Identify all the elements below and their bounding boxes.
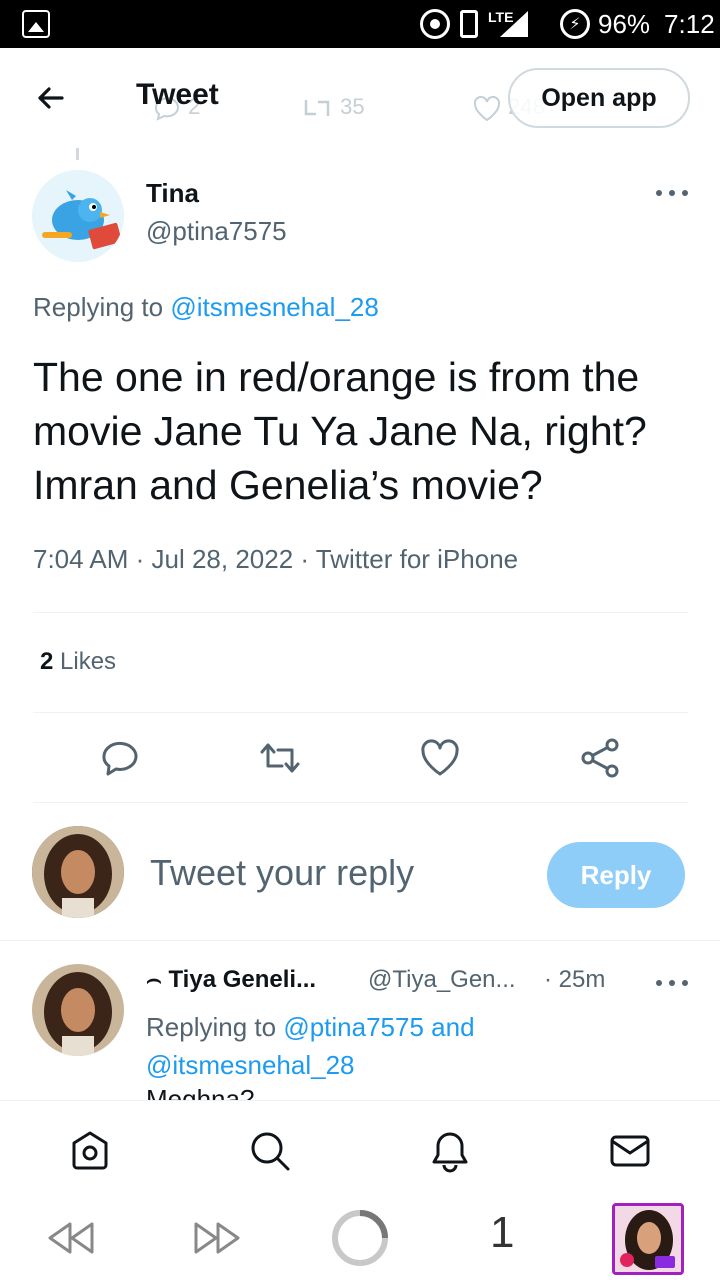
share-icon[interactable] — [578, 736, 622, 780]
retweet-icon[interactable] — [258, 736, 302, 780]
forward-icon[interactable] — [190, 1218, 244, 1258]
search-icon[interactable] — [248, 1129, 292, 1173]
divider — [33, 612, 688, 613]
rewind-icon[interactable] — [44, 1218, 98, 1258]
like-icon[interactable] — [418, 736, 462, 780]
replying-to-link[interactable]: @itsmesnehal_28 — [170, 292, 379, 322]
reply-time: · 25m — [544, 966, 606, 993]
reply-more-options-icon[interactable] — [656, 978, 688, 988]
ghost-retweet-count: 35 — [300, 94, 365, 120]
back-arrow-icon[interactable] — [30, 78, 70, 118]
clock: 7:12 — [664, 8, 715, 39]
reply-replying-to: Replying to @ptina7575 and @itsmesnehal_… — [146, 1012, 475, 1080]
open-app-button[interactable]: Open app — [508, 68, 690, 128]
more-options-icon[interactable] — [656, 188, 688, 198]
author-name[interactable]: Tina — [146, 178, 199, 209]
user-avatar[interactable] — [32, 826, 124, 918]
status-bar: LTE ⚡ 96% 7:12 — [0, 0, 720, 48]
tweet-text: The one in red/orange is from the movie … — [33, 354, 647, 508]
reply-author-handle[interactable]: @Tiya_Gen... — [368, 966, 516, 994]
tab-count[interactable]: 1 — [490, 1208, 514, 1258]
likes-count[interactable]: 2 Likes — [40, 648, 116, 676]
divider — [0, 940, 720, 941]
signal-icon: LTE — [488, 9, 528, 39]
vibrate-icon — [460, 10, 478, 38]
reply-button[interactable]: Reply — [547, 842, 685, 908]
system-icons: LTE — [420, 8, 528, 40]
reply-icon[interactable] — [98, 736, 142, 780]
header: 2 35 248 Tweet Open app — [0, 48, 720, 148]
battery-charging-icon: ⚡ — [560, 9, 590, 39]
bottom-nav — [0, 1100, 720, 1196]
divider — [33, 712, 688, 713]
tweet-timestamp[interactable]: 7:04 AM · Jul 28, 2022 · Twitter for iPh… — [33, 544, 518, 575]
replying-to: Replying to @itsmesnehal_28 — [33, 292, 379, 322]
hotspot-icon — [420, 9, 450, 39]
author-handle[interactable]: @ptina7575 — [146, 216, 287, 247]
page-title: Tweet — [136, 78, 219, 111]
tab-thumbnail[interactable] — [612, 1203, 684, 1275]
reply-input[interactable]: Tweet your reply — [150, 852, 414, 894]
notifications-icon[interactable] — [428, 1129, 472, 1173]
reply-author-avatar[interactable] — [32, 964, 124, 1056]
home-icon[interactable] — [68, 1129, 112, 1173]
author-avatar[interactable] — [32, 170, 124, 262]
reply-author-name[interactable]: ⌢ Tiya Geneli... — [146, 966, 316, 994]
battery-time: ⚡ 96% 7:12 — [560, 8, 715, 40]
gallery-icon — [22, 10, 50, 38]
reply-text: Meghna? — [146, 1084, 255, 1100]
divider — [33, 802, 688, 803]
messages-icon[interactable] — [608, 1129, 652, 1173]
loading-icon[interactable] — [330, 1208, 390, 1268]
battery-level: 96% — [598, 8, 651, 39]
